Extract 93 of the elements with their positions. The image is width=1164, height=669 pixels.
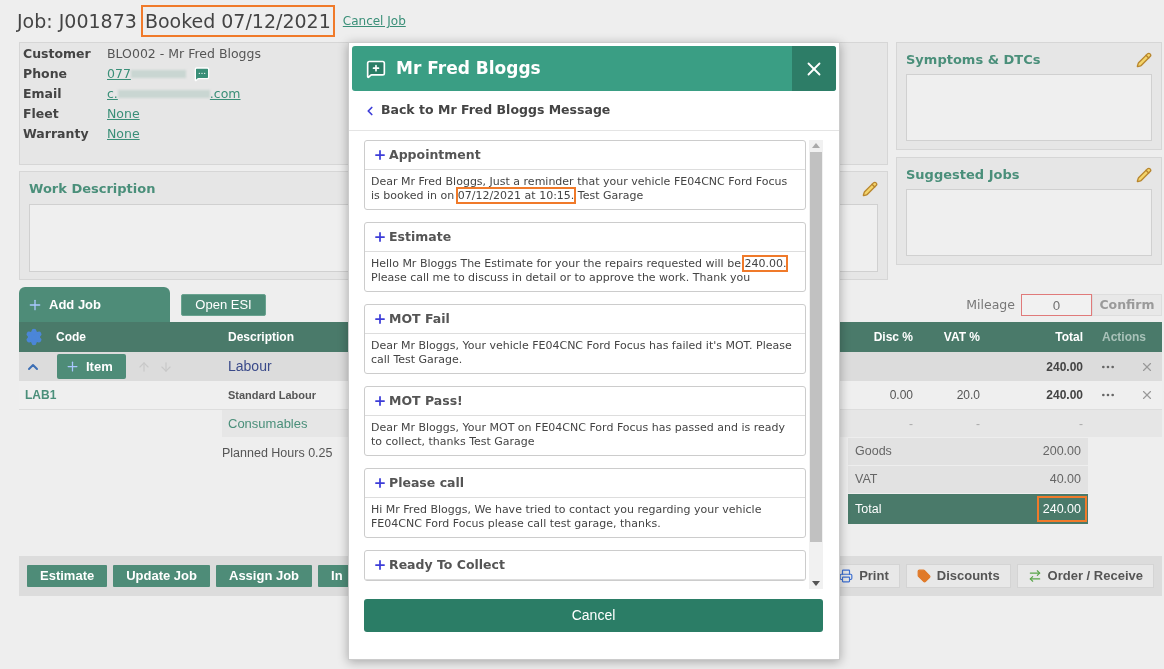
field-link[interactable]: None xyxy=(107,124,140,144)
customer-value: BLO002 - Mr Fred Bloggs xyxy=(107,44,261,63)
close-button[interactable] xyxy=(792,46,836,91)
item-description: Standard Labour xyxy=(228,389,316,401)
plus-icon xyxy=(373,312,387,326)
email-link[interactable]: c. .com xyxy=(107,84,241,104)
scroll-up-icon[interactable] xyxy=(812,143,820,148)
panel-title: Suggested Jobs xyxy=(906,166,1020,185)
booking-status: Booked 07/12/2021 xyxy=(142,6,333,36)
discount-cell: 0.00 xyxy=(889,388,913,402)
template-message: Hi Mr Fred Bloggs, We have tried to contact you regarding your vehicle FE04CNC Ford Focus please call test garage, thanks. xyxy=(371,503,763,531)
column-header: Code xyxy=(56,329,86,346)
scrollbar[interactable] xyxy=(809,140,823,589)
phone-link[interactable]: 077 xyxy=(107,64,186,84)
template-message: Dear Mr Fred Bloggs, Just a reminder that your vehicle FE04CNC Ford Focus is booked in on 07/12/2021 at 10:15. Test Garage xyxy=(371,175,789,203)
template-title: MOT Fail xyxy=(389,309,450,328)
template-card[interactable]: Appointment Dear Mr Fred Bloggs, Just a reminder that your vehicle FE04CNC Ford Focus is booked in on 07/12/2021 at 10:15. Test Garage xyxy=(364,140,806,210)
tag-icon xyxy=(916,569,931,583)
template-title: MOT Pass! xyxy=(389,391,463,410)
job-title: Job: J001873 xyxy=(17,8,137,34)
consumables-label: Consumables xyxy=(228,415,308,431)
field-link[interactable]: None xyxy=(107,104,140,124)
total-cell: - xyxy=(1079,416,1083,431)
template-card[interactable]: Ready To Collect xyxy=(364,550,806,581)
settings-icon[interactable] xyxy=(25,328,43,346)
group-total: 240.00 xyxy=(1046,359,1083,374)
plus-icon xyxy=(373,148,387,162)
template-title: Appointment xyxy=(389,145,481,164)
totals-label: Total xyxy=(855,500,882,518)
cancel-button[interactable]: Cancel xyxy=(364,599,823,632)
mileage-label: Mileage xyxy=(966,295,1015,314)
transfer-icon xyxy=(1027,569,1042,583)
field-label: Phone xyxy=(23,64,69,83)
template-card[interactable]: Please call Hi Mr Fred Bloggs, We have tried to contact you regarding your vehicle FE04CNC Ford Focus please call test garage, thanks. xyxy=(364,468,806,538)
cancel-job-link[interactable]: Cancel Job xyxy=(342,12,406,30)
plus-icon xyxy=(373,558,387,572)
template-title: Ready To Collect xyxy=(389,555,505,574)
field-label: Customer xyxy=(23,44,92,63)
toolbar-button[interactable]: Order / Receive xyxy=(1016,564,1154,588)
panel-title: Work Description xyxy=(29,180,156,199)
edit-icon[interactable] xyxy=(1136,52,1152,68)
totals-label: Goods xyxy=(855,443,892,461)
column-header: Description xyxy=(228,330,294,344)
column-header: Total xyxy=(1055,330,1083,344)
totals-value: 40.00 xyxy=(1048,471,1082,489)
suggested-jobs-box[interactable] xyxy=(906,189,1152,256)
mileage-field[interactable]: 0 xyxy=(1021,294,1092,316)
toolbar-button[interactable]: Update Job xyxy=(113,565,210,587)
field-label: Fleet xyxy=(23,104,60,123)
column-header: Actions xyxy=(1102,330,1146,344)
plus-icon xyxy=(373,476,387,490)
vat-cell: - xyxy=(976,416,980,431)
panel-title: Symptoms & DTCs xyxy=(906,51,1041,70)
toolbar-button[interactable]: Estimate xyxy=(27,565,108,587)
column-header: VAT % xyxy=(943,330,980,344)
column-header: Disc % xyxy=(873,330,913,344)
field-label: Email xyxy=(23,84,63,103)
planned-hours: Planned Hours 0.25 xyxy=(222,446,333,460)
total-cell: 240.00 xyxy=(1046,388,1083,402)
totals-value: 240.00 xyxy=(1038,497,1085,521)
template-card[interactable]: Estimate Hello Mr Bloggs The Estimate for your the repairs requested will be 240.00. Please call me to discuss in detail or to approve the work. Thank you xyxy=(364,222,806,292)
plus-icon xyxy=(65,359,80,374)
printer-icon xyxy=(839,569,854,583)
group-name: Labour xyxy=(228,358,272,374)
back-link[interactable]: Back to Mr Fred Bloggs Message xyxy=(363,101,611,120)
template-message: Hello Mr Bloggs The Estimate for your the repairs requested will be 240.00. Please call me to discuss in detail or to approve the work. Thank you xyxy=(371,257,788,285)
open-esi-button[interactable]: Open ESI xyxy=(181,294,266,316)
symptoms-box[interactable] xyxy=(906,74,1152,141)
plus-icon xyxy=(373,230,387,244)
discount-cell: - xyxy=(909,416,913,431)
template-title: Estimate xyxy=(389,227,452,246)
totals-label: VAT xyxy=(855,471,878,489)
dialog-title: Mr Fred Bloggs xyxy=(396,56,542,80)
add-item-button[interactable]: Item xyxy=(57,354,126,379)
scroll-down-icon[interactable] xyxy=(812,581,820,586)
template-title: Please call xyxy=(389,473,465,492)
message-icon[interactable] xyxy=(193,66,210,82)
toolbar-button[interactable]: Discounts xyxy=(905,564,1011,588)
edit-icon[interactable] xyxy=(1136,167,1152,183)
plus-icon xyxy=(373,394,387,408)
add-job-tab[interactable]: Add Job xyxy=(19,287,170,322)
message-icon xyxy=(366,58,386,79)
edit-icon[interactable] xyxy=(862,181,878,197)
item-code: LAB1 xyxy=(25,388,57,402)
toolbar-button[interactable]: Assign Job xyxy=(216,565,313,587)
template-card[interactable]: MOT Fail Dear Mr Bloggs, Your vehicle FE04CNC Ford Focus has failed it's MOT. Please call Test Garage. xyxy=(364,304,806,374)
delete-icon[interactable] xyxy=(1140,388,1154,402)
totals-value: 200.00 xyxy=(1041,443,1082,461)
vat-cell: 20.0 xyxy=(956,388,980,402)
template-card[interactable]: MOT Pass! Dear Mr Bloggs, Your MOT on FE04CNC Ford Focus has passed and is ready to collect, thanks Test Garage xyxy=(364,386,806,456)
template-message: Dear Mr Bloggs, Your MOT on FE04CNC Ford Focus has passed and is ready to collect, thanks Test Garage xyxy=(371,421,786,449)
field-label: Warranty xyxy=(23,124,90,143)
template-message: Dear Mr Bloggs, Your vehicle FE04CNC Ford Focus has failed it's MOT. Please call Test Garage. xyxy=(371,339,793,367)
